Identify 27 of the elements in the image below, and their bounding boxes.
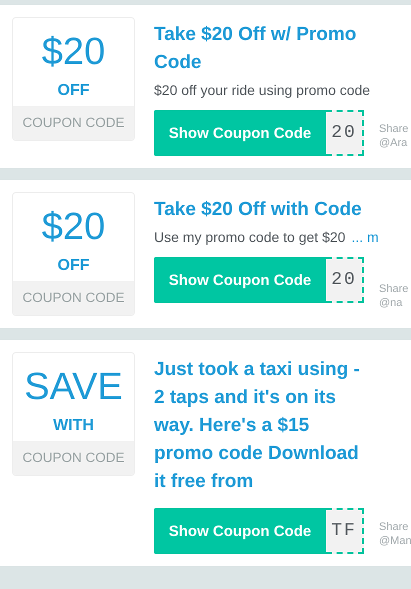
code-peek: 20 bbox=[326, 257, 364, 303]
show-coupon-button[interactable]: Show Coupon Code bbox=[154, 508, 326, 554]
coupon-description: Use my promo code to get $20 bbox=[154, 229, 346, 245]
badge-label: COUPON CODE bbox=[13, 281, 134, 315]
shared-by-text: @Ara bbox=[379, 136, 408, 150]
badge-amount: $20 bbox=[40, 207, 106, 247]
shared-by-text: Share bbox=[379, 520, 410, 534]
coupon-title[interactable]: Take $20 Off w/ Promo Code bbox=[154, 21, 364, 77]
badge-label: COUPON CODE bbox=[13, 441, 134, 475]
code-peek: TF bbox=[326, 508, 364, 554]
show-coupon-button[interactable]: Show Coupon Code bbox=[154, 110, 326, 156]
badge-amount: SAVE bbox=[23, 367, 124, 407]
shared-by-text: Share bbox=[379, 282, 408, 296]
badge-amount: $20 bbox=[40, 32, 106, 72]
badge-label: COUPON CODE bbox=[13, 106, 134, 140]
code-peek: 20 bbox=[326, 110, 364, 156]
more-link[interactable]: ... m bbox=[351, 229, 379, 245]
shared-by-text: @Man bbox=[379, 534, 411, 548]
badge-unit: OFF bbox=[56, 257, 90, 275]
shared-by-text: @na bbox=[379, 296, 404, 310]
show-coupon-button[interactable]: Show Coupon Code bbox=[154, 257, 326, 303]
shared-by-text: Share bbox=[379, 122, 408, 136]
badge-unit: WITH bbox=[52, 417, 95, 435]
coupon-title[interactable]: Just took a taxi using - 2 taps and it's on its way. Here's a $15 promo code Download it free from bbox=[154, 356, 364, 496]
coupon-description: $20 off your ride using promo code bbox=[154, 82, 370, 98]
coupon-title[interactable]: Take $20 Off with Code bbox=[154, 196, 364, 224]
badge-unit: OFF bbox=[56, 82, 90, 100]
